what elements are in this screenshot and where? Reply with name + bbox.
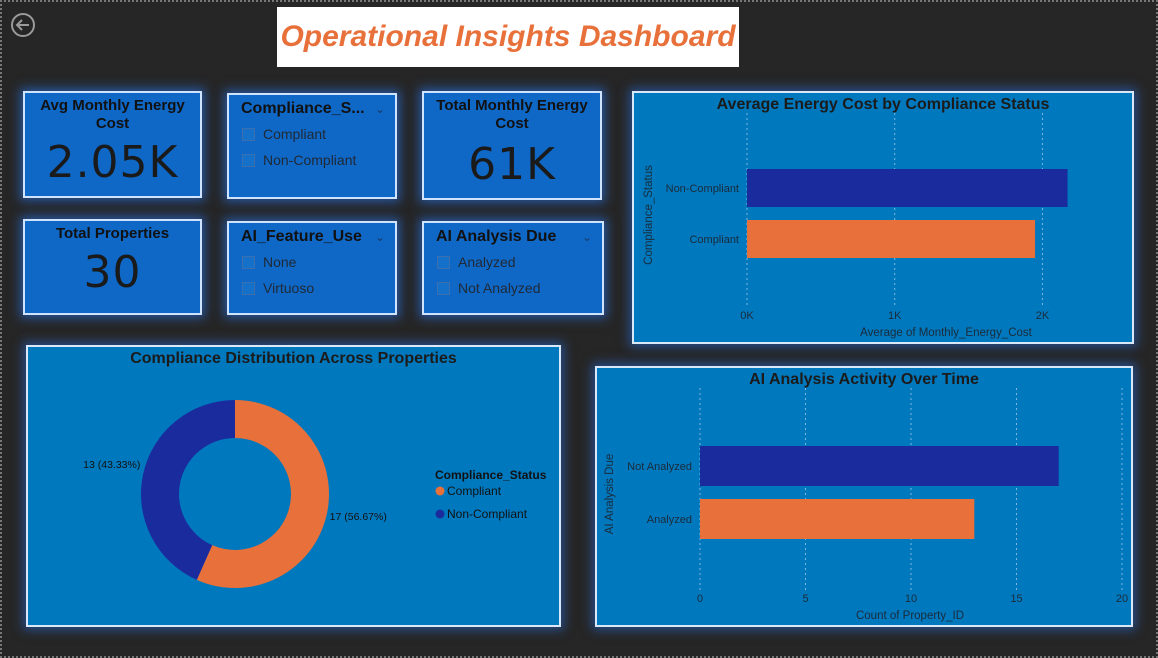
bar-non-compliant[interactable] xyxy=(747,169,1068,207)
x-axis-label: Average of Monthly_Energy_Cost xyxy=(860,327,1033,339)
kpi-card-total-properties[interactable]: Total Properties 30 xyxy=(23,219,202,315)
checkbox[interactable] xyxy=(242,127,255,141)
y-axis-label: Compliance_Status xyxy=(643,165,655,265)
x-tick-label: 2K xyxy=(1036,310,1050,322)
slicer-option-not-analyzed[interactable]: Not Analyzed xyxy=(424,278,602,298)
chart-svg: 17 (56.67%) 13 (43.33%) Compliance_Status… xyxy=(83,400,547,588)
slicer-ai-analysis-due[interactable]: AI Analysis Due ⌄ Analyzed Not Analyzed xyxy=(422,221,604,315)
slicer-option-label: Analyzed xyxy=(458,254,516,270)
ai-analysis-bar-chart[interactable]: AI Analysis Activity Over Time Not Analy… xyxy=(595,366,1133,627)
chevron-down-icon[interactable]: ⌄ xyxy=(375,102,385,116)
slicer-option-label: Compliant xyxy=(263,126,327,142)
x-tick-label: 10 xyxy=(905,593,917,605)
x-tick-label: 5 xyxy=(802,593,808,605)
chart-svg: Not Analyzed Analyzed 0 5 10 15 20 Count of P… xyxy=(604,388,1128,622)
x-tick-label: 0K xyxy=(740,310,754,322)
data-label: 13 (43.33%) xyxy=(83,459,140,471)
slicer-option-label: Non-Compliant xyxy=(263,152,357,168)
y-axis-label: AI Analysis Due xyxy=(604,454,616,535)
chevron-down-icon[interactable]: ⌄ xyxy=(582,230,592,244)
legend-marker[interactable] xyxy=(435,509,445,519)
slicer-ai-feature-use[interactable]: AI_Feature_Use ⌄ None Virtuoso xyxy=(227,221,397,315)
slicer-title: AI Analysis Due xyxy=(436,228,557,245)
data-label: 17 (56.67%) xyxy=(330,511,387,523)
slicer-option-analyzed[interactable]: Analyzed xyxy=(424,252,602,272)
checkbox[interactable] xyxy=(242,281,255,295)
kpi-label: Total Monthly Energy Cost xyxy=(436,97,588,132)
slicer-compliance-status[interactable]: Compliance_S... ⌄ Compliant Non-Complian… xyxy=(227,93,397,199)
y-category-label: Compliant xyxy=(689,234,739,246)
compliance-donut-chart[interactable]: Compliance Distribution Across Propertie… xyxy=(26,345,561,627)
bar-compliant[interactable] xyxy=(747,220,1036,258)
back-arrow-icon xyxy=(11,13,35,37)
energy-cost-bar-chart[interactable]: Average Energy Cost by Compliance Status… xyxy=(632,91,1134,344)
x-tick-label: 1K xyxy=(888,310,902,322)
kpi-value: 30 xyxy=(83,247,142,298)
back-button[interactable] xyxy=(10,12,36,38)
kpi-card-total-energy[interactable]: Total Monthly Energy Cost 61K xyxy=(422,91,602,200)
kpi-label: Total Properties xyxy=(55,225,170,242)
slicer-option-compliant[interactable]: Compliant xyxy=(229,124,395,144)
y-category-label: Non-Compliant xyxy=(666,183,739,195)
slicer-option-non-compliant[interactable]: Non-Compliant xyxy=(229,150,395,170)
checkbox[interactable] xyxy=(437,255,450,269)
page-title-box: Operational Insights Dashboard xyxy=(277,7,739,67)
x-axis-label: Count of Property_ID xyxy=(856,610,964,622)
bar-analyzed[interactable] xyxy=(700,499,975,539)
chevron-down-icon[interactable]: ⌄ xyxy=(375,230,385,244)
bar-not-analyzed[interactable] xyxy=(700,446,1059,486)
page-title: Operational Insights Dashboard xyxy=(280,20,736,53)
slicer-option-virtuoso[interactable]: Virtuoso xyxy=(229,278,395,298)
x-tick-label: 15 xyxy=(1010,593,1022,605)
kpi-value: 2.05K xyxy=(46,137,179,188)
legend-item: Compliant xyxy=(447,484,502,498)
y-category-label: Analyzed xyxy=(647,514,692,526)
slicer-title: AI_Feature_Use xyxy=(241,228,362,245)
checkbox[interactable] xyxy=(437,281,450,295)
legend-title: Compliance_Status xyxy=(435,468,547,482)
slicer-option-none[interactable]: None xyxy=(229,252,395,272)
checkbox[interactable] xyxy=(242,153,255,167)
chart-svg: Non-Compliant Compliant 0K 1K 2K Average of… xyxy=(643,113,1068,339)
slicer-option-label: Not Analyzed xyxy=(458,280,541,296)
legend-item: Non-Compliant xyxy=(447,507,528,521)
slicer-option-label: None xyxy=(263,254,297,270)
checkbox[interactable] xyxy=(242,255,255,269)
kpi-label: Avg Monthly Energy Cost xyxy=(40,97,185,132)
y-category-label: Not Analyzed xyxy=(627,461,692,473)
kpi-card-avg-energy[interactable]: Avg Monthly Energy Cost 2.05K xyxy=(23,91,202,198)
kpi-value: 61K xyxy=(468,139,556,190)
slicer-title: Compliance_S... xyxy=(241,100,365,117)
x-tick-label: 0 xyxy=(697,593,703,605)
x-tick-label: 20 xyxy=(1116,593,1128,605)
legend-marker[interactable] xyxy=(435,486,445,496)
slicer-option-label: Virtuoso xyxy=(263,280,315,296)
